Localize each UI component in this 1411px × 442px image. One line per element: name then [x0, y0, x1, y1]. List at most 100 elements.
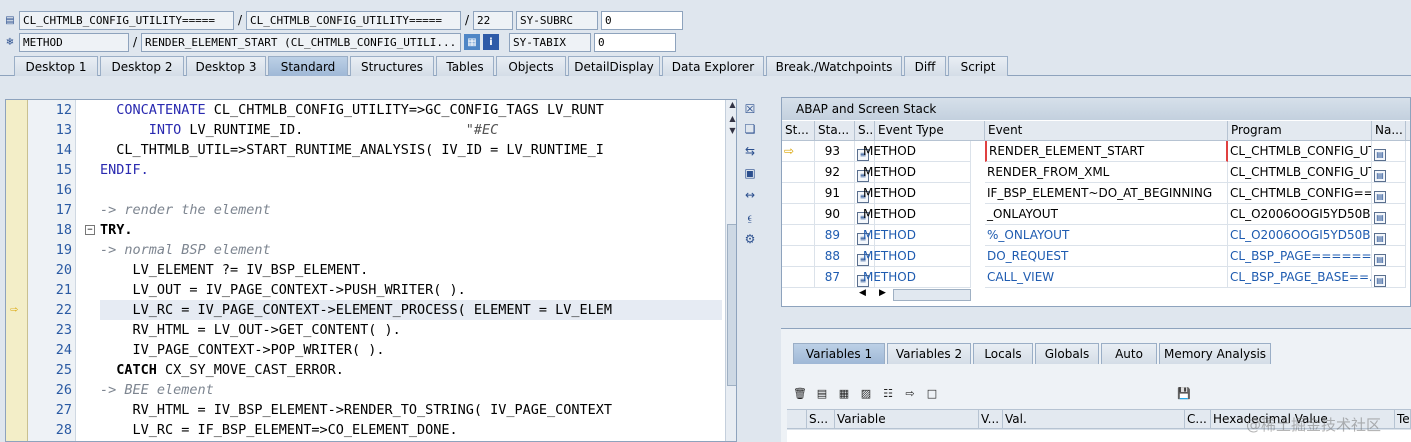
stack-program-cell[interactable]: CL_CHTMLB_CONFIG==... [1228, 183, 1372, 204]
scroll-left-icon[interactable]: ◀ [859, 288, 866, 298]
navigate-icon[interactable]: ▤ [1374, 191, 1386, 203]
source-line[interactable]: 28 LV_RC = IF_BSP_ELEMENT=>CO_ELEMENT_DO… [6, 420, 722, 440]
source-line[interactable]: − 18 TRY. [6, 220, 722, 240]
info-icon[interactable]: i [483, 34, 499, 50]
sysvar-value-field[interactable]: 0 [601, 10, 683, 30]
delete-all-icon[interactable]: ▨ [857, 385, 875, 401]
line-number-field[interactable]: 22 [473, 10, 513, 30]
vars-column-header[interactable]: V... [979, 409, 1003, 429]
hierarchy-icon[interactable]: ☷ [879, 385, 897, 401]
stack-event-type-cell[interactable]: METHOD [861, 162, 971, 183]
stack-event-cell[interactable]: CALL_VIEW [985, 267, 1228, 288]
stack-program-cell[interactable]: CL_BSP_PAGE_BASE==... [1228, 267, 1372, 288]
stack-pointer-cell[interactable] [782, 204, 815, 225]
stack-nav-cell[interactable]: ▤ [1372, 225, 1406, 246]
stack-column-header[interactable]: St... [782, 121, 815, 141]
stack-column-header[interactable]: Event Type [875, 121, 985, 141]
sysvar2-name-field[interactable]: SY-TABIX [509, 32, 591, 52]
navigate-icon[interactable]: ▦ [464, 34, 480, 50]
vars-tab[interactable]: Memory Analysis [1159, 343, 1271, 364]
stack-event-type-cell[interactable]: METHOD [861, 246, 971, 267]
vars-column-header[interactable]: Tec [1395, 409, 1411, 429]
stack-column-header[interactable]: I [1406, 121, 1410, 141]
settings-icon[interactable]: ⚙ [742, 231, 758, 247]
stack-event-cell[interactable]: %_ONLAYOUT [985, 225, 1228, 246]
vars-tab[interactable]: Variables 2 [887, 343, 971, 364]
delete-icon[interactable]: 🗑 [791, 385, 809, 401]
navigate-icon[interactable]: ▤ [1374, 212, 1386, 224]
stack-pointer-cell[interactable] [782, 267, 815, 288]
services-icon[interactable]: ⍷ [742, 209, 758, 225]
new-tool-icon[interactable]: ❏ [742, 121, 758, 137]
transfer-icon[interactable]: ⇨ [901, 385, 919, 401]
scroll-up-icon-2[interactable]: ▲ [727, 114, 736, 126]
source-line[interactable]: ⇨ 22 LV_RC = IV_PAGE_CONTEXT->ELEMENT_PRO… [6, 300, 722, 320]
source-line[interactable]: 27 RV_HTML = IV_BSP_ELEMENT->RENDER_TO_S… [6, 400, 722, 420]
stack-event-type-cell[interactable]: METHOD [861, 267, 971, 288]
source-line[interactable]: 12 CONCATENATE CL_CHTMLB_CONFIG_UTILITY=… [6, 100, 722, 120]
stack-program-cell[interactable]: CL_CHTMLB_CONFIG_UT... [1228, 141, 1372, 162]
tab-data-explorer[interactable]: Data Explorer [662, 56, 764, 76]
stack-nav-cell[interactable]: ▤ [1372, 141, 1406, 162]
scroll-right-icon[interactable]: ▶ [879, 288, 886, 298]
stack-event-cell[interactable]: DO_REQUEST [985, 246, 1228, 267]
stack-level-cell[interactable]: 92 [815, 162, 855, 183]
stack-pointer-cell[interactable] [782, 246, 815, 267]
swap-tools-icon[interactable]: ⇆ [742, 143, 758, 159]
stack-nav-cell[interactable]: ▤ [1372, 267, 1406, 288]
vars-tab[interactable]: Locals [973, 343, 1033, 364]
stack-event-type-cell[interactable]: METHOD [861, 141, 971, 162]
collapse-block-icon[interactable]: − [85, 225, 95, 235]
stack-program-cell[interactable]: CL_CHTMLB_CONFIG_UT... [1228, 162, 1372, 183]
vars-tab[interactable]: Globals [1035, 343, 1099, 364]
source-line[interactable]: 19 -> normal BSP element [6, 240, 722, 260]
hscroll-thumb[interactable] [893, 289, 971, 301]
scroll-thumb[interactable] [727, 224, 736, 386]
source-line[interactable]: 25 CATCH CX_SY_MOVE_CAST_ERROR. [6, 360, 722, 380]
source-program-field[interactable]: CL_CHTMLB_CONFIG_UTILITY===== [246, 10, 461, 30]
stack-pointer-cell[interactable]: ⇨ [782, 141, 815, 162]
tab-desktop-1[interactable]: Desktop 1 [14, 56, 98, 76]
navigate-icon[interactable]: ▤ [1374, 170, 1386, 182]
stack-program-cell[interactable]: CL_O2006OOGI5YD50BK... [1228, 225, 1372, 246]
source-line[interactable]: 17 -> render the element [6, 200, 722, 220]
stack-nav-cell[interactable]: ▤ [1372, 162, 1406, 183]
scroll-down-icon[interactable]: ▼ [727, 126, 736, 138]
stack-program-cell[interactable]: CL_BSP_PAGE======... [1228, 246, 1372, 267]
stack-hscroll[interactable]: ◀ ▶ [855, 288, 1410, 302]
tab-objects[interactable]: Objects [496, 56, 566, 76]
tab-standard[interactable]: Standard [268, 56, 348, 76]
scroll-up-icon[interactable]: ▲ [727, 100, 736, 112]
stack-event-cell[interactable]: RENDER_ELEMENT_START [985, 141, 1228, 162]
stack-pointer-cell[interactable] [782, 183, 815, 204]
source-line[interactable]: 23 RV_HTML = LV_OUT->GET_CONTENT( ). [6, 320, 722, 340]
stack-level-cell[interactable]: 93 [815, 141, 855, 162]
stack-level-cell[interactable]: 88 [815, 246, 855, 267]
main-program-field[interactable]: CL_CHTMLB_CONFIG_UTILITY===== [19, 10, 234, 30]
stack-level-cell[interactable]: 87 [815, 267, 855, 288]
stack-nav-cell[interactable]: ▤ [1372, 246, 1406, 267]
vars-column-header[interactable]: S... [807, 409, 835, 429]
stack-pointer-cell[interactable] [782, 225, 815, 246]
vars-column-header[interactable]: C... [1185, 409, 1211, 429]
tab-breakpoints[interactable]: Break./Watchpoints [766, 56, 902, 76]
stack-event-cell[interactable]: _ONLAYOUT [985, 204, 1228, 225]
stack-event-cell[interactable]: RENDER_FROM_XML [985, 162, 1228, 183]
stack-level-cell[interactable]: 90 [815, 204, 855, 225]
source-line[interactable]: 24 IV_PAGE_CONTEXT->POP_WRITER( ). [6, 340, 722, 360]
vars-column-header[interactable]: Val. [1003, 409, 1185, 429]
navigate-icon[interactable]: ▤ [1374, 275, 1386, 287]
stack-column-header[interactable]: S... [855, 121, 875, 141]
vars-tab[interactable]: Variables 1 [793, 343, 885, 364]
tab-desktop-2[interactable]: Desktop 2 [100, 56, 184, 76]
source-line[interactable]: 14 CL_THTMLB_UTIL=>START_RUNTIME_ANALYSI… [6, 140, 722, 160]
tab-detaildisplay[interactable]: DetailDisplay [568, 56, 660, 76]
stack-nav-cell[interactable]: ▤ [1372, 204, 1406, 225]
navigate-icon[interactable]: ▤ [1374, 149, 1386, 161]
source-line[interactable]: 16 [6, 180, 722, 200]
source-line[interactable]: 13 INTO LV_RUNTIME_ID. "#EC [6, 120, 722, 140]
import-icon[interactable]: ▤ [813, 385, 831, 401]
stack-column-header[interactable]: Sta... [815, 121, 855, 141]
stack-column-header[interactable]: Na... [1372, 121, 1406, 141]
restore-icon[interactable]: ↔ [742, 187, 758, 203]
